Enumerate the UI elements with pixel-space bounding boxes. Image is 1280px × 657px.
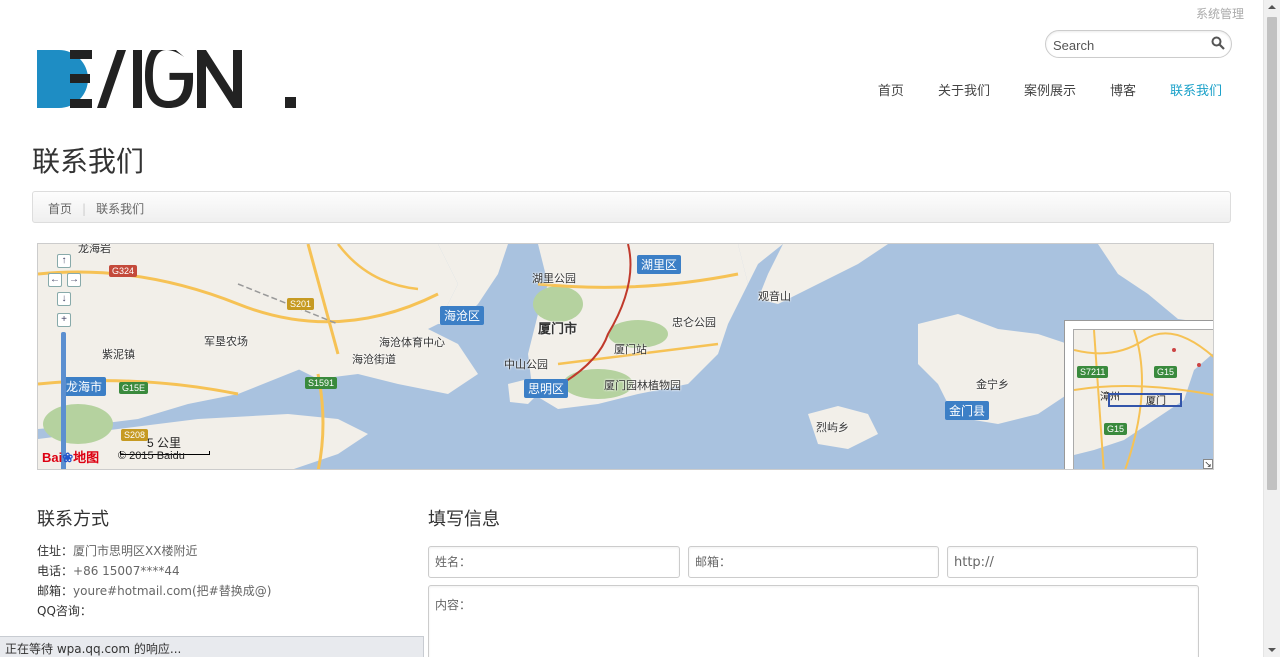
vertical-scrollbar[interactable] [1263, 0, 1280, 657]
contact-form: 填写信息 [428, 505, 1199, 657]
map-copyright: © 2015 Baidu [118, 450, 185, 462]
name-input[interactable] [428, 546, 680, 578]
road-s201: S201 [287, 298, 315, 310]
breadcrumb-separator: | [82, 202, 87, 216]
email-input[interactable] [688, 546, 939, 578]
scroll-up-icon[interactable] [1268, 5, 1276, 9]
overview-map[interactable]: S7211 G15 G15 漳州 厦门 [1073, 329, 1213, 469]
road-s1591: S1591 [305, 377, 338, 389]
browser-status-bar: 正在等待 wpa.qq.com 的响应... [0, 636, 424, 657]
pan-left-button[interactable]: ← [48, 273, 62, 287]
map-overview[interactable]: S7211 G15 G15 漳州 厦门 ↘ [1064, 320, 1213, 469]
scale-label: 5 公里 [147, 436, 182, 450]
nav-about[interactable]: 关于我们 [938, 80, 990, 99]
place-lieyu: 烈屿乡 [816, 421, 849, 434]
form-title: 填写信息 [428, 509, 500, 530]
ov-road-g15-top: G15 [1154, 366, 1178, 378]
overview-toggle-icon[interactable]: ↘ [1203, 459, 1213, 469]
place-junken: 军垦农场 [204, 335, 248, 348]
scrollbar-thumb[interactable] [1267, 17, 1277, 490]
place-longhai-top: 龙海岩 [78, 243, 111, 255]
place-haicang-center: 海沧体育中心 [379, 336, 445, 349]
place-zhongshan-park: 中山公园 [504, 358, 548, 371]
search-icon[interactable] [1211, 36, 1225, 50]
place-jinning: 金宁乡 [976, 378, 1009, 391]
nav-home[interactable]: 首页 [878, 80, 904, 99]
baidu-logo[interactable]: Bai❀地图 [42, 447, 99, 466]
place-xiamen-station: 厦门站 [614, 343, 647, 356]
road-g15e: G15E [119, 382, 149, 394]
nav-cases[interactable]: 案例展示 [1024, 80, 1076, 99]
main-nav: 首页 关于我们 案例展示 博客 联系我们 [844, 80, 1222, 99]
ov-road-s7211: S7211 [1077, 366, 1109, 378]
url-input[interactable] [947, 546, 1198, 578]
district-huli: 湖里区 [637, 255, 682, 274]
contact-email: 邮箱：youre#hotmail.com(把#替换成@) [37, 584, 272, 598]
district-haicang: 海沧区 [440, 306, 485, 325]
overview-viewport-box[interactable] [1108, 393, 1182, 407]
content-textarea[interactable] [428, 585, 1199, 657]
district-siming: 思明区 [524, 379, 569, 398]
page-title: 联系我们 [32, 145, 145, 178]
map-base[interactable] [38, 244, 1214, 470]
pan-down-button[interactable]: ↓ [57, 292, 71, 306]
place-haicang-street: 海沧街道 [352, 353, 396, 366]
breadcrumb: 首页 | 联系我们 [32, 191, 1231, 223]
place-botanical: 厦门园林植物园 [604, 379, 681, 392]
district-jinmen: 金门县 [945, 401, 990, 420]
zoom-in-button[interactable]: + [57, 313, 71, 327]
contact-address: 住址：厦门市思明区XX楼附近 [37, 544, 198, 558]
nav-contact[interactable]: 联系我们 [1170, 80, 1222, 99]
contact-phone: 电话：+86 15007****44 [37, 564, 180, 578]
breadcrumb-home[interactable]: 首页 [48, 202, 72, 216]
nav-blog[interactable]: 博客 [1110, 80, 1136, 99]
place-zinijhen: 紫泥镇 [102, 348, 135, 361]
place-xiamen: 厦门市 [538, 322, 578, 337]
contact-qq: QQ咨询： [37, 604, 92, 618]
place-guanyinshan: 观音山 [758, 290, 791, 303]
site-logo[interactable] [37, 50, 297, 108]
pan-right-button[interactable]: → [67, 273, 81, 287]
road-g324: G324 [109, 265, 138, 277]
search-box[interactable] [1045, 30, 1232, 58]
contact-title: 联系方式 [37, 509, 109, 530]
pan-up-button[interactable]: ↑ [57, 254, 71, 268]
scroll-down-icon[interactable] [1268, 648, 1276, 652]
ov-road-g15-bottom: G15 [1104, 423, 1128, 435]
search-input[interactable] [1053, 36, 1203, 54]
baidu-map[interactable]: 厦门市 湖里公园 忠仑公园 厦门站 中山公园 厦门园林植物园 观音山 海沧体育中… [37, 243, 1214, 470]
district-longhai: 龙海市 [62, 377, 107, 396]
place-zhonglun-park: 忠仑公园 [672, 316, 716, 329]
baidu-paw-icon: ❀ [62, 450, 74, 465]
place-huli-park: 湖里公园 [532, 272, 576, 285]
admin-link[interactable]: 系统管理 [1196, 5, 1244, 22]
breadcrumb-current: 联系我们 [96, 202, 145, 216]
contact-info: 联系方式 住址：厦门市思明区XX楼附近 电话：+86 15007****44 邮… [37, 505, 397, 621]
